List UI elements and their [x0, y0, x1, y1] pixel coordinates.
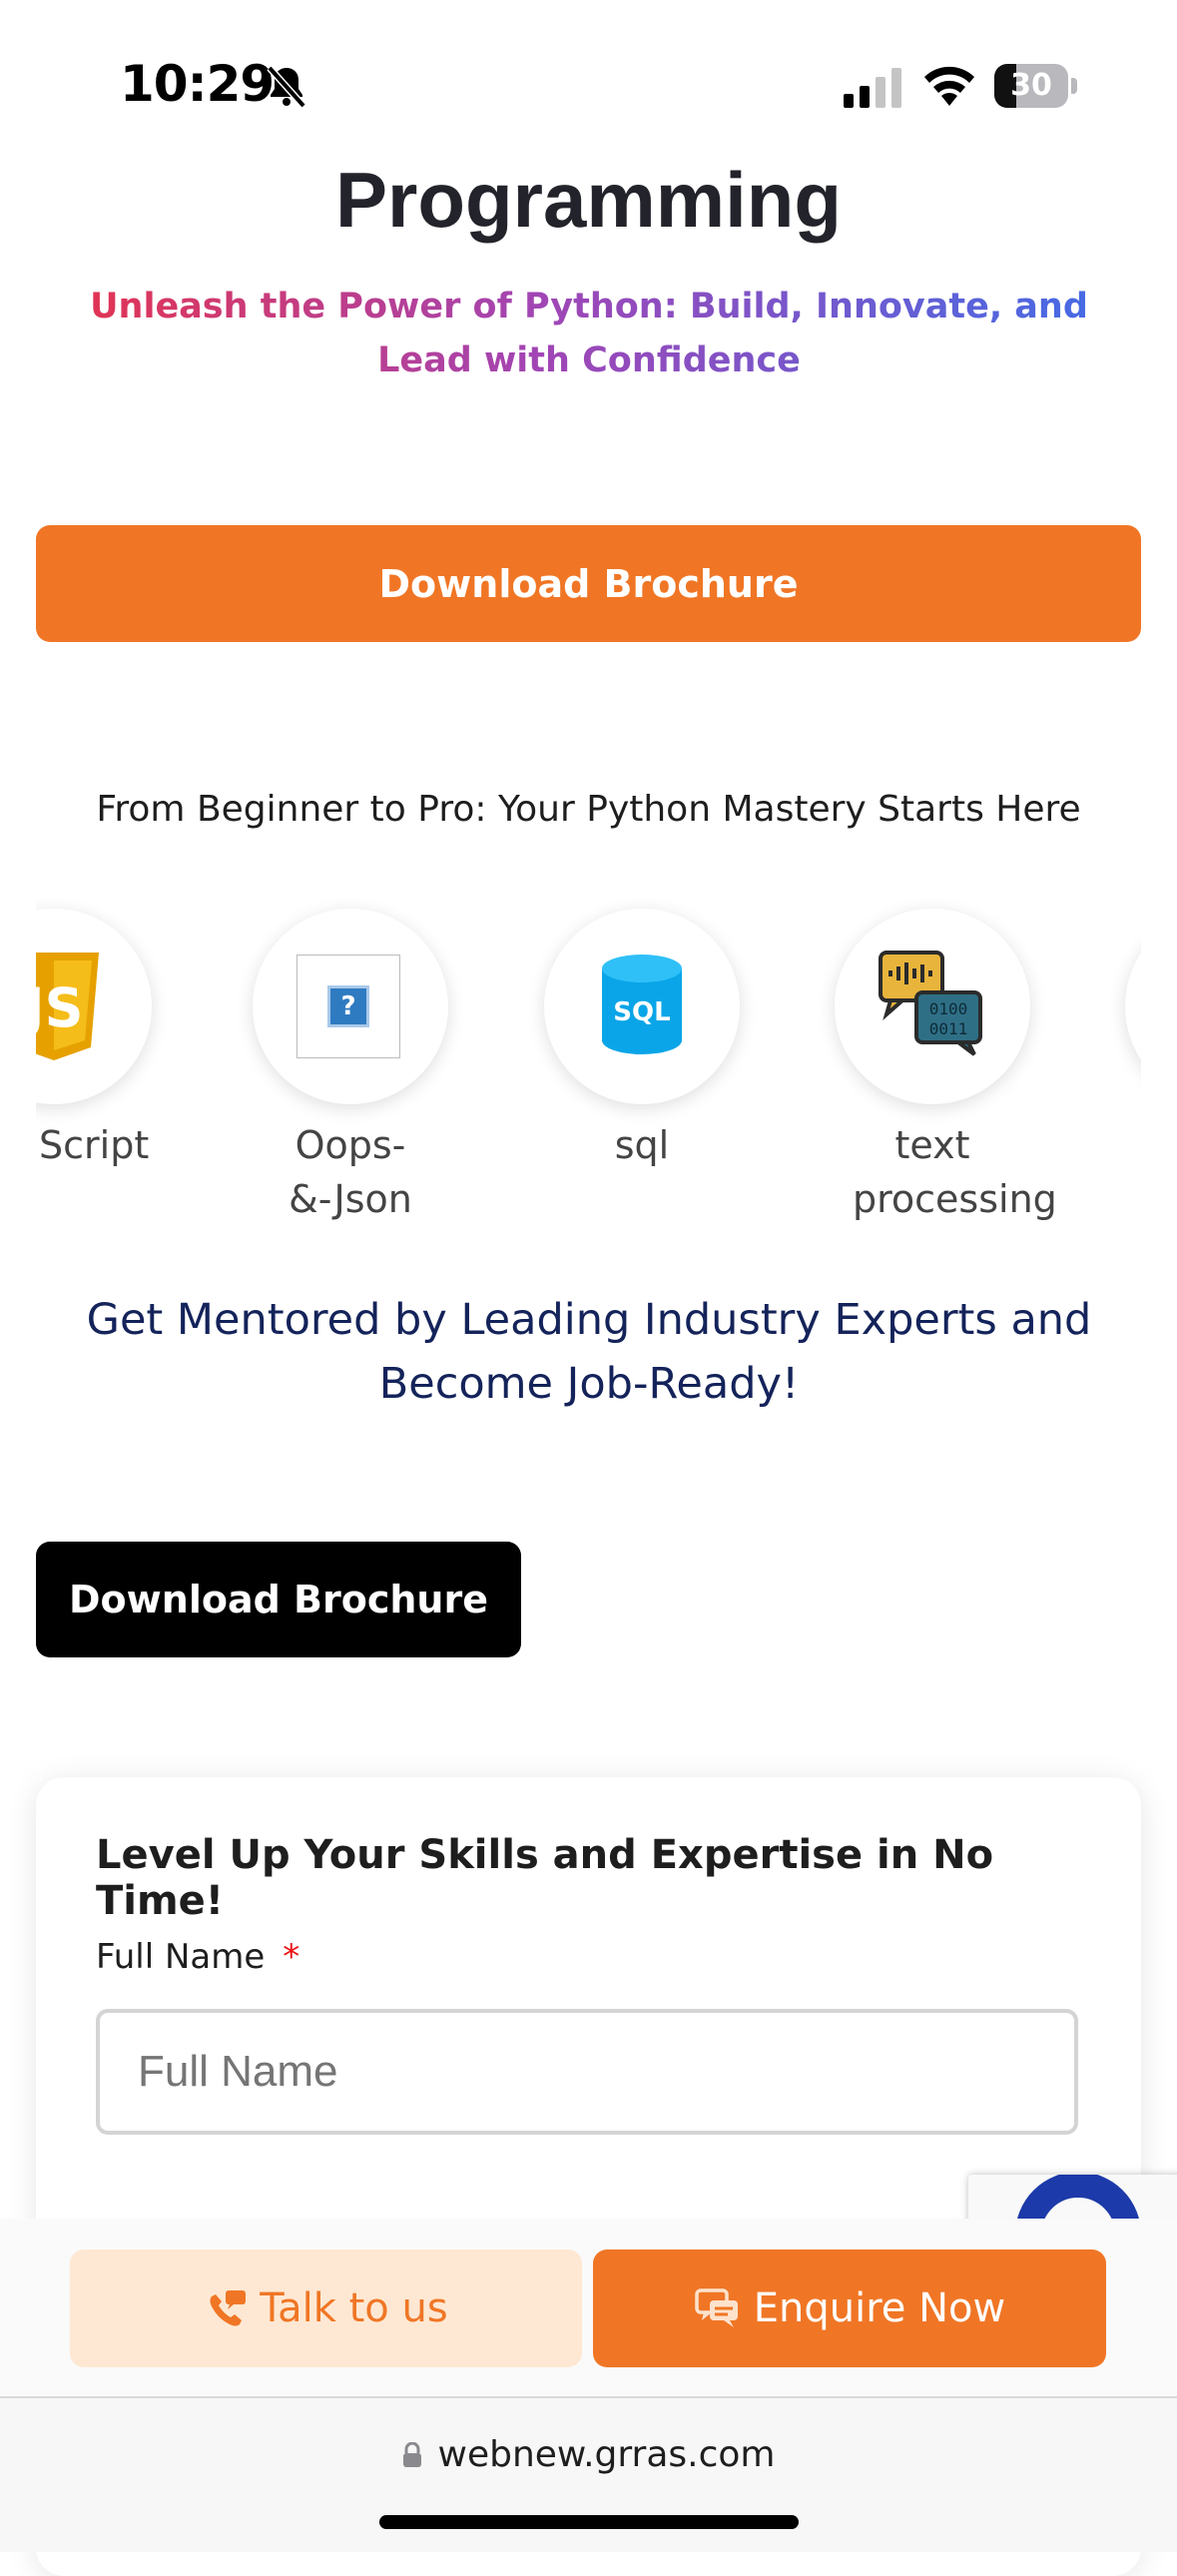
skill-circle-next[interactable] — [1125, 909, 1141, 1104]
form-title: Level Up Your Skills and Expertise in No… — [96, 1832, 994, 1924]
skill-circle-javascript[interactable]: JS — [36, 909, 152, 1104]
skill-label-javascript: JavaScript — [36, 1123, 150, 1167]
cellular-signal-icon — [844, 68, 901, 108]
skill-label-oops-json: Oops-&-Json — [289, 1123, 412, 1221]
broken-image-icon: ? — [296, 955, 400, 1058]
full-name-label-text: Full Name — [96, 1937, 266, 1977]
wifi-icon — [924, 66, 974, 106]
chat-bubbles-icon — [695, 2288, 738, 2327]
svg-text:0100: 0100 — [929, 999, 968, 1018]
skills-heading: From Beginner to Pro: Your Python Master… — [96, 789, 1081, 830]
skill-circle-text-processing[interactable]: 0100 0011 — [835, 909, 1030, 1104]
home-indicator[interactable] — [379, 2515, 799, 2529]
enquire-now-button[interactable]: Enquire Now — [593, 2250, 1106, 2367]
lock-icon — [402, 2441, 421, 2467]
svg-text:0011: 0011 — [929, 1019, 968, 1038]
skill-label-text-processing: text processing — [853, 1123, 1057, 1221]
sql-database-icon: SQL — [602, 955, 682, 1054]
download-brochure-button[interactable]: Download Brochure — [36, 525, 1141, 642]
skill-circle-oops-json[interactable]: ? — [253, 909, 448, 1104]
status-time: 10:29 — [120, 55, 275, 113]
skill-label-sql: sql — [614, 1123, 670, 1167]
talk-to-us-label: Talk to us — [260, 2285, 448, 2331]
url-text: webnew.grras.com — [437, 2434, 776, 2475]
skill-circle-sql[interactable]: SQL — [544, 909, 740, 1104]
full-name-label: Full Name * — [96, 1937, 299, 1977]
javascript-icon: JS — [36, 953, 99, 1060]
svg-text:SQL: SQL — [613, 997, 670, 1027]
phone-chat-icon — [210, 2290, 247, 2326]
battery-indicator: 30 — [994, 64, 1078, 108]
skills-carousel[interactable]: JS JavaScript ? Oops-&-Json SQL sql 0100… — [36, 899, 1141, 1238]
enquire-now-label: Enquire Now — [753, 2285, 1006, 2331]
bell-slash-icon — [267, 65, 306, 109]
full-name-input[interactable] — [96, 2009, 1078, 2135]
battery-level: 30 — [1010, 68, 1052, 103]
download-brochure-secondary-button[interactable]: Download Brochure — [36, 1542, 521, 1657]
mentor-text: Get Mentored by Leading Industry Experts… — [86, 1295, 1092, 1409]
talk-to-us-button[interactable]: Talk to us — [70, 2250, 582, 2367]
text-processing-icon: 0100 0011 — [879, 951, 982, 1056]
page-title: Programming — [334, 156, 843, 244]
required-asterisk: * — [283, 1937, 300, 1977]
page-tagline: Unleash the Power of Python: Build, Inno… — [40, 280, 1138, 387]
svg-text:JS: JS — [36, 976, 83, 1039]
url-display[interactable]: webnew.grras.com — [0, 2434, 1177, 2475]
